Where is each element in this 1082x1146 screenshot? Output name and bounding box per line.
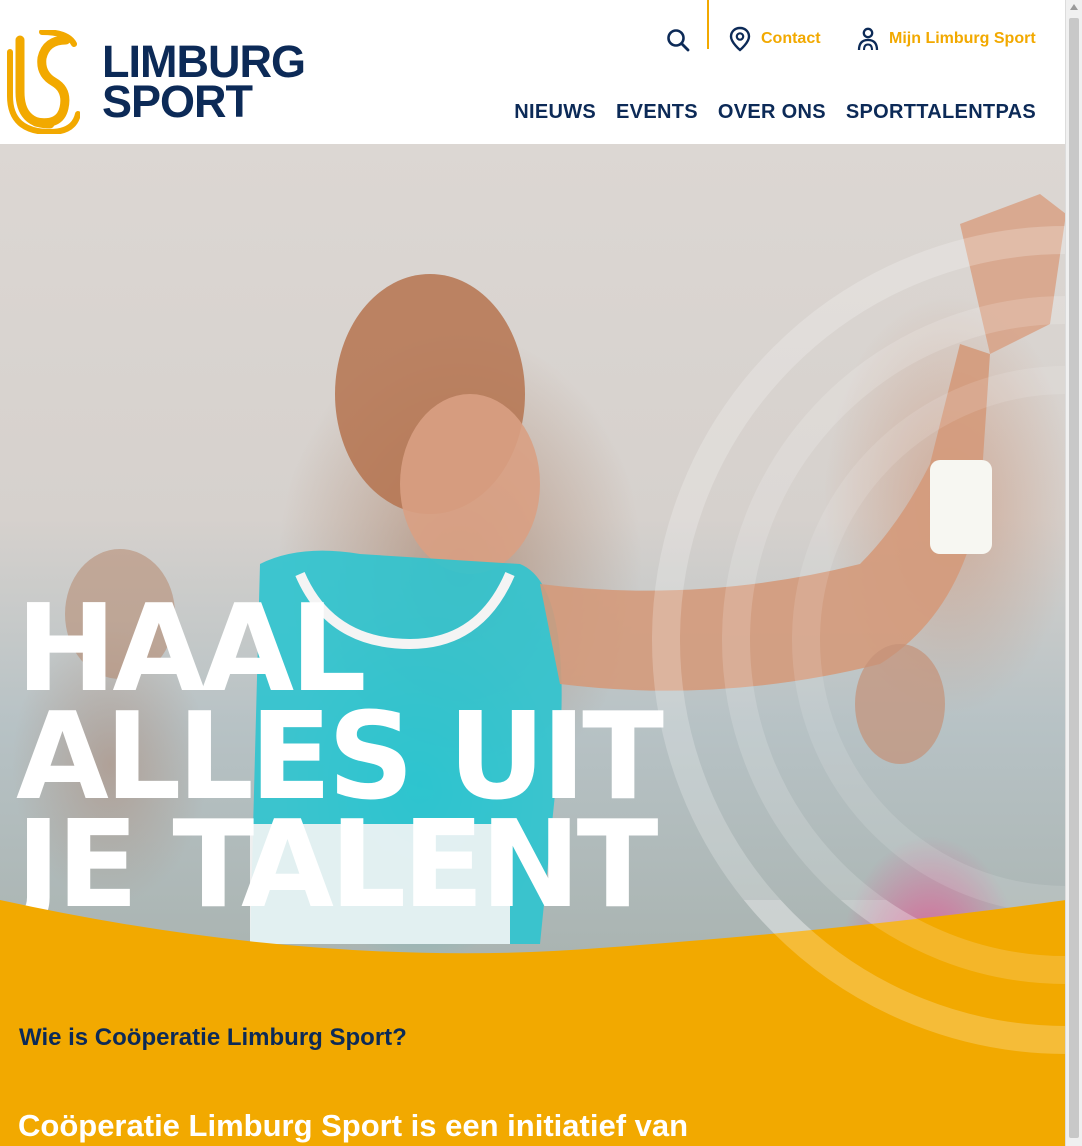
- user-icon: [857, 27, 879, 51]
- brand-name: LIMBURG SPORT: [102, 39, 306, 127]
- nav-item-events[interactable]: EVENTS: [616, 101, 698, 124]
- account-link[interactable]: Mijn Limburg Sport: [857, 26, 1036, 52]
- site-header: LIMBURG SPORT Contact Mijn Limburg Sport…: [0, 0, 1066, 144]
- logo-mark-icon: [7, 30, 80, 134]
- search-icon[interactable]: [666, 28, 690, 52]
- contact-link[interactable]: Contact: [729, 26, 821, 52]
- nav-item-over-ons[interactable]: OVER ONS: [718, 101, 826, 124]
- header-divider: [707, 0, 709, 49]
- main-nav: NIEUWS EVENTS OVER ONS SPORTTALENTPAS: [514, 101, 1036, 124]
- brand-line-2: SPORT: [102, 76, 253, 127]
- contact-label: Contact: [761, 30, 821, 47]
- nav-item-sporttalentpas[interactable]: SPORTTALENTPAS: [846, 101, 1036, 124]
- nav-item-nieuws[interactable]: NIEUWS: [514, 101, 596, 124]
- scroll-up-icon[interactable]: [1070, 4, 1078, 10]
- account-label: Mijn Limburg Sport: [889, 30, 1036, 47]
- about-intro: Coöperatie Limburg Sport is een initiati…: [18, 1108, 689, 1143]
- scrollbar[interactable]: [1065, 0, 1082, 1146]
- about-question: Wie is Coöperatie Limburg Sport?: [19, 1024, 407, 1051]
- location-pin-icon: [729, 26, 751, 52]
- brand-logo[interactable]: LIMBURG SPORT: [6, 30, 306, 134]
- hero-headline: HAAL ALLES UIT JE TALENT: [16, 590, 664, 926]
- scrollbar-thumb[interactable]: [1069, 18, 1079, 1138]
